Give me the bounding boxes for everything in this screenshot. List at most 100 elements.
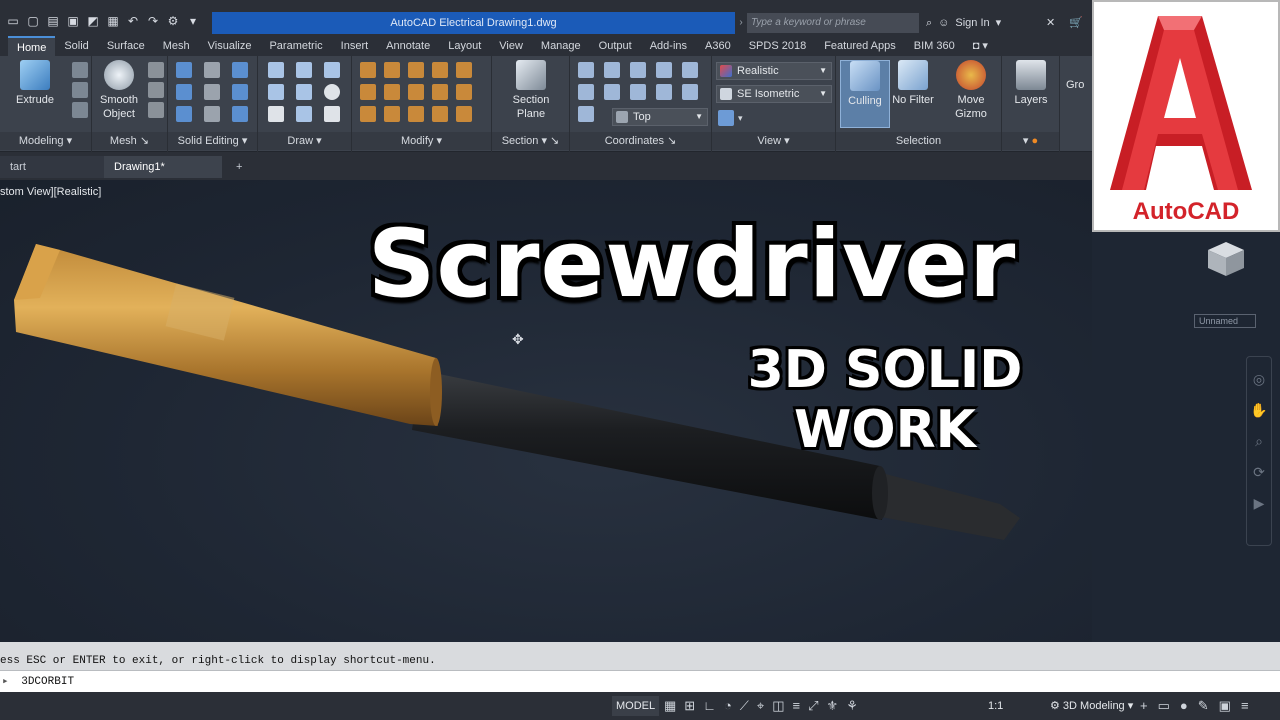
open-icon[interactable]: ▤ (44, 12, 62, 30)
ucs-world-icon[interactable] (604, 62, 620, 78)
3dalign-icon[interactable] (384, 84, 400, 100)
spline-icon[interactable] (268, 84, 284, 100)
app-menu-icon[interactable]: ▭ (4, 12, 22, 30)
tab-insert[interactable]: Insert (332, 36, 378, 56)
rectangular-array-icon[interactable] (456, 106, 472, 122)
section-plane-button[interactable]: Section Plane (506, 60, 556, 121)
tab-solid[interactable]: Solid (55, 36, 97, 56)
model-space-button[interactable]: MODEL (612, 696, 660, 716)
tab-add-ins[interactable]: Add-ins (641, 36, 696, 56)
extrude-faces-icon[interactable] (232, 84, 248, 100)
panel-title-draw[interactable]: Draw ▾ (258, 132, 351, 150)
polyline-icon[interactable] (268, 62, 284, 78)
new-tab-button[interactable]: + (230, 156, 252, 178)
dynamic-ucs-icon[interactable]: ⤢ (808, 696, 818, 716)
tab-mesh[interactable]: Mesh (154, 36, 199, 56)
intersect-icon[interactable] (176, 106, 192, 122)
save-as-icon[interactable]: ◩ (84, 12, 102, 30)
layers-button[interactable]: Layers (1006, 60, 1056, 107)
tab-annotate[interactable]: Annotate (377, 36, 439, 56)
command-line-input[interactable]: ▸ 3DCORBIT (0, 670, 1280, 692)
tab-visualize[interactable]: Visualize (199, 36, 261, 56)
steering-wheel-icon[interactable]: ◎ (1253, 371, 1265, 388)
explode-icon[interactable] (408, 106, 424, 122)
panel-title-section[interactable]: Section ▾ ↘ (492, 132, 569, 150)
ucs-view-dropdown[interactable]: Top ▼ (612, 108, 708, 126)
arc-icon[interactable] (324, 62, 340, 78)
thicken-icon[interactable] (204, 106, 220, 122)
ucs-zaxis-icon[interactable] (630, 84, 646, 100)
ucs-icon-properties[interactable] (578, 106, 594, 122)
drawing-tab[interactable]: Drawing1* (104, 156, 222, 178)
move-icon[interactable] (408, 62, 424, 78)
ucs-view-icon[interactable] (578, 84, 594, 100)
zoom-icon[interactable]: ⌕ (1255, 433, 1263, 450)
panel-title-solid-editing[interactable]: Solid Editing ▾ (168, 132, 257, 150)
rectangle-icon[interactable] (324, 106, 340, 122)
ucs-named-dropdown[interactable]: Unnamed (1194, 314, 1256, 328)
binoculars-icon[interactable]: ⌕ (926, 13, 932, 33)
tab-spds-2018[interactable]: SPDS 2018 (740, 36, 815, 56)
qat-dropdown-icon[interactable]: ▾ (184, 12, 202, 30)
panel-title-modify[interactable]: Modify ▾ (352, 132, 491, 150)
tab-home[interactable]: Home (8, 36, 56, 56)
undo-icon[interactable]: ↶ (124, 12, 142, 30)
array-icon[interactable] (432, 84, 448, 100)
mesh-smooth-icon[interactable] (148, 82, 164, 98)
panel-title-layers[interactable]: ▾ ● (1002, 132, 1059, 150)
slice-icon[interactable] (204, 62, 220, 78)
new-icon[interactable]: ▢ (24, 12, 42, 30)
3drotate-icon[interactable] (432, 62, 448, 78)
signin-button[interactable]: Sign In (955, 13, 989, 33)
customize-icon[interactable]: ≡ (1241, 696, 1249, 716)
clean-screen-icon[interactable]: ▣ (1219, 696, 1231, 716)
tab-featured-apps[interactable]: Featured Apps (815, 36, 905, 56)
move-gizmo-button[interactable]: Move Gizmo (946, 60, 996, 121)
extrude-button[interactable]: Extrude (10, 60, 60, 107)
3dpolyline-icon[interactable] (296, 84, 312, 100)
trim-icon[interactable] (456, 62, 472, 78)
ucs-icon[interactable] (578, 62, 594, 78)
circle-icon[interactable] (324, 84, 340, 100)
units-icon[interactable]: ▭ (1158, 696, 1170, 716)
tab-bim-360[interactable]: BIM 360 (905, 36, 964, 56)
panel-title-view[interactable]: View ▾ (712, 132, 835, 150)
polygon-icon[interactable] (268, 106, 284, 122)
ucs-3point-icon[interactable] (656, 84, 672, 100)
copy-icon[interactable] (456, 84, 472, 100)
chevron-down-icon[interactable]: ▾ (996, 13, 1002, 33)
fillet-icon[interactable] (360, 84, 376, 100)
view-preset-dropdown[interactable]: SE Isometric ▼ (716, 85, 832, 103)
viewport-config-icon[interactable] (718, 110, 734, 126)
plus-icon[interactable]: + (1140, 696, 1148, 716)
ucs-origin-icon[interactable] (604, 84, 620, 100)
mirror-icon[interactable] (360, 106, 376, 122)
chevron-down-icon[interactable]: ▾ (738, 110, 748, 126)
start-tab[interactable]: tart (0, 156, 104, 178)
loft-icon[interactable] (72, 102, 88, 118)
tab-view[interactable]: View (490, 36, 532, 56)
mesh-refine-icon[interactable] (148, 62, 164, 78)
scale-icon[interactable] (360, 62, 376, 78)
lineweight-icon[interactable]: ≡ (793, 696, 801, 716)
search-input[interactable]: Type a keyword or phrase (747, 13, 919, 33)
redo-icon[interactable]: ↷ (144, 12, 162, 30)
viewcube[interactable] (1200, 236, 1252, 280)
panel-title-mesh[interactable]: Mesh ↘ (92, 132, 167, 150)
ucs-face-icon[interactable] (656, 62, 672, 78)
save-icon[interactable]: ▣ (64, 12, 82, 30)
ucs-x-icon[interactable] (682, 84, 698, 100)
tab-layout[interactable]: Layout (439, 36, 490, 56)
snap-icon[interactable]: ⊞ (684, 696, 695, 716)
subtract-icon[interactable] (176, 84, 192, 100)
ucs-object-icon[interactable] (682, 62, 698, 78)
pan-icon[interactable]: ✋ (1250, 402, 1267, 419)
ribbon-options-icon[interactable]: ◘ ▾ (964, 36, 997, 56)
hardware-accel-icon[interactable]: ✎ (1198, 696, 1209, 716)
tab-a360[interactable]: A360 (696, 36, 740, 56)
line-icon[interactable] (296, 62, 312, 78)
exchange-icon[interactable]: ✕ (1046, 13, 1055, 33)
offset-icon[interactable] (432, 106, 448, 122)
presspull-icon[interactable] (72, 62, 88, 78)
panel-title-selection[interactable]: Selection (836, 132, 1001, 150)
